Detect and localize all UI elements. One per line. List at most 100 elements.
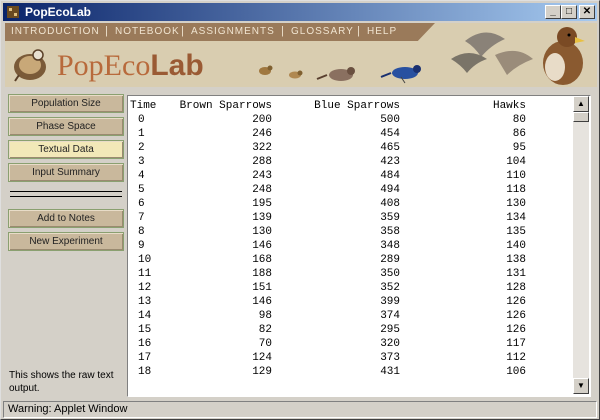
maximize-icon: □ <box>565 6 573 17</box>
cell-time: 15 <box>138 324 152 336</box>
cell-time: 8 <box>138 226 145 238</box>
brown-sparrow-icon <box>259 65 273 75</box>
logo-text-lab: Lab <box>150 49 204 82</box>
table-row: 14 98 374 126 <box>130 309 526 323</box>
cell-hawks: 80 <box>512 114 526 126</box>
cell-time: 17 <box>138 352 152 364</box>
cell-brown-sparrows: 248 <box>252 184 272 196</box>
cell-hawks: 131 <box>506 268 526 280</box>
cell-time: 6 <box>138 198 145 210</box>
minimize-button[interactable]: _ <box>545 5 561 19</box>
cell-blue-sparrows: 350 <box>380 268 400 280</box>
close-icon: ✕ <box>582 6 592 17</box>
cell-hawks: 140 <box>506 240 526 252</box>
scroll-up-icon: ▲ <box>577 99 585 108</box>
cell-hawks: 130 <box>506 198 526 210</box>
textual-data-button[interactable]: Textual Data <box>8 140 124 159</box>
close-button[interactable]: ✕ <box>579 5 595 19</box>
col-header-blue-sparrows: Blue Sparrows <box>314 100 400 112</box>
col-header-hawks: Hawks <box>492 100 526 112</box>
cell-hawks: 110 <box>506 170 526 182</box>
cell-blue-sparrows: 431 <box>380 366 400 378</box>
table-row: 13 146 399 126 <box>130 295 526 309</box>
help-text: This shows the raw text output. <box>9 370 114 394</box>
status-text: Warning: Applet Window <box>8 403 128 415</box>
cell-time: 4 <box>138 170 145 182</box>
hawk-icon <box>451 53 487 73</box>
table-row: 18 129 431 106 <box>130 365 526 379</box>
cell-blue-sparrows: 454 <box>380 128 400 140</box>
cell-time: 7 <box>138 212 145 224</box>
table-row: 16 70 320 117 <box>130 337 526 351</box>
cell-time: 11 <box>138 268 152 280</box>
scroll-thumb[interactable] <box>573 112 589 122</box>
cell-brown-sparrows: 200 <box>252 114 272 126</box>
cell-hawks: 126 <box>506 324 526 336</box>
phase-space-button[interactable]: Phase Space <box>8 117 124 136</box>
cell-hawks: 95 <box>512 142 526 154</box>
data-table: Time Brown Sparrows Blue Sparrows Hawks … <box>130 99 526 379</box>
population-size-button[interactable]: Population Size <box>8 94 124 113</box>
col-header-brown-sparrows: Brown Sparrows <box>179 100 272 112</box>
cell-time: 0 <box>138 114 145 126</box>
cell-blue-sparrows: 500 <box>380 114 400 126</box>
birds-illustration <box>259 27 585 85</box>
cell-time: 18 <box>138 366 152 378</box>
cell-blue-sparrows: 358 <box>380 226 400 238</box>
cell-brown-sparrows: 139 <box>252 212 272 224</box>
cell-blue-sparrows: 399 <box>380 296 400 308</box>
table-row: 3 288 423 104 <box>130 155 526 169</box>
table-header-row: Time Brown Sparrows Blue Sparrows Hawks <box>130 99 526 113</box>
cell-hawks: 104 <box>506 156 526 168</box>
cell-hawks: 126 <box>506 296 526 308</box>
cell-hawks: 86 <box>512 128 526 140</box>
table-row: 11 188 350 131 <box>130 267 526 281</box>
cell-blue-sparrows: 348 <box>380 240 400 252</box>
col-header-time: Time <box>130 100 157 112</box>
maximize-button[interactable]: □ <box>561 5 577 19</box>
sidebar-divider <box>10 191 122 197</box>
add-to-notes-button[interactable]: Add to Notes <box>8 209 124 228</box>
cell-brown-sparrows: 82 <box>258 324 272 336</box>
new-experiment-button[interactable]: New Experiment <box>8 232 124 251</box>
cell-hawks: 138 <box>506 254 526 266</box>
applet-window: PopEcoLab _ □ ✕ INTRODUCTION | NOTEBOOK … <box>0 0 600 420</box>
table-row: 7 139 359 134 <box>130 211 526 225</box>
text-output-area[interactable]: Time Brown Sparrows Blue Sparrows Hawks … <box>127 95 591 397</box>
cell-blue-sparrows: 320 <box>380 338 400 350</box>
cell-blue-sparrows: 373 <box>380 352 400 364</box>
table-row: 5 248 494 118 <box>130 183 526 197</box>
table-row: 17 124 373 112 <box>130 351 526 365</box>
cell-blue-sparrows: 374 <box>380 310 400 322</box>
scroll-down-button[interactable]: ▼ <box>573 378 589 394</box>
table-row: 9 146 348 140 <box>130 239 526 253</box>
sparrow-icon <box>316 67 355 81</box>
scroll-up-button[interactable]: ▲ <box>573 96 589 112</box>
brown-sparrow-icon <box>289 70 303 79</box>
cell-brown-sparrows: 243 <box>252 170 272 182</box>
cell-brown-sparrows: 98 <box>258 310 272 322</box>
cell-brown-sparrows: 151 <box>252 282 272 294</box>
vertical-scrollbar[interactable]: ▲ ▼ <box>573 96 589 394</box>
table-row: 12 151 352 128 <box>130 281 526 295</box>
input-summary-button[interactable]: Input Summary <box>8 163 124 182</box>
cell-blue-sparrows: 423 <box>380 156 400 168</box>
red-tailed-hawk-icon <box>543 27 585 85</box>
cell-brown-sparrows: 130 <box>252 226 272 238</box>
menu-separator: | <box>105 25 108 37</box>
cell-hawks: 128 <box>506 282 526 294</box>
cell-hawks: 117 <box>506 338 526 350</box>
menu-item-introduction[interactable]: INTRODUCTION <box>11 26 100 37</box>
menu-item-notebook[interactable]: NOTEBOOK <box>115 26 180 37</box>
cell-blue-sparrows: 484 <box>380 170 400 182</box>
title-bar[interactable]: PopEcoLab _ □ ✕ <box>3 3 597 21</box>
table-row: 6 195 408 130 <box>130 197 526 211</box>
app-icon <box>7 6 19 18</box>
cell-hawks: 106 <box>506 366 526 378</box>
cell-brown-sparrows: 322 <box>252 142 272 154</box>
left-sidebar: Population Size Phase Space Textual Data… <box>5 91 125 397</box>
cell-brown-sparrows: 195 <box>252 198 272 210</box>
cell-blue-sparrows: 289 <box>380 254 400 266</box>
table-row: 10 168 289 138 <box>130 253 526 267</box>
cell-blue-sparrows: 494 <box>380 184 400 196</box>
